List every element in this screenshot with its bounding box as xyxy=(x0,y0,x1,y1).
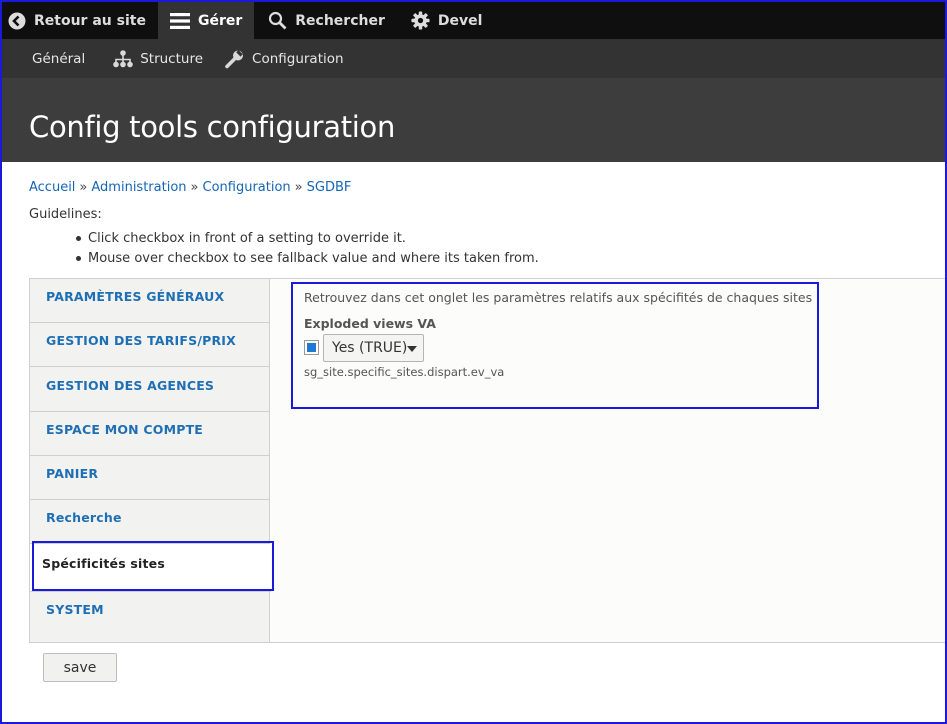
select-value: Yes (TRUE) xyxy=(332,340,408,356)
back-to-site-label: Retour au site xyxy=(34,12,146,29)
tab-gestion-agences[interactable]: GESTION DES AGENCES xyxy=(30,368,270,412)
breadcrumb-link-configuration[interactable]: Configuration xyxy=(203,180,291,195)
chevron-down-icon xyxy=(407,346,417,352)
guideline-item: Mouse over checkbox to see fallback valu… xyxy=(76,250,539,270)
pane-description: Retrouvez dans cet onglet les paramètres… xyxy=(304,290,813,305)
exploded-views-select[interactable]: Yes (TRUE) xyxy=(323,334,424,362)
tab-system[interactable]: SYSTEM xyxy=(30,592,270,636)
structure-menu-link[interactable]: Structure xyxy=(113,39,203,78)
tab-panier[interactable]: PANIER xyxy=(30,456,270,500)
structure-label: Structure xyxy=(140,50,204,67)
devel-label: Devel xyxy=(437,12,483,29)
exploded-views-label: Exploded views VA xyxy=(304,316,436,331)
general-label: Général xyxy=(32,50,86,67)
configuration-menu-link[interactable]: Configuration xyxy=(225,39,344,78)
gear-icon xyxy=(411,11,430,30)
configuration-label: Configuration xyxy=(252,50,344,67)
structure-icon xyxy=(113,49,134,67)
back-to-site-link[interactable]: Retour au site xyxy=(2,2,158,39)
devel-menu-button[interactable]: Devel xyxy=(397,2,495,39)
wrench-icon xyxy=(225,49,244,68)
back-arrow-icon xyxy=(8,12,26,29)
breadcrumb: Accueil» Administration» Configuration» SGD… xyxy=(29,180,351,195)
override-checkbox[interactable] xyxy=(304,340,319,355)
manage-label: Gérer xyxy=(197,12,243,29)
save-button[interactable]: save xyxy=(43,653,117,682)
tab-recherche[interactable]: Recherche xyxy=(30,500,270,544)
manage-menu-button[interactable]: Gérer xyxy=(157,2,255,39)
hamburger-icon xyxy=(169,12,190,29)
breadcrumb-separator: » xyxy=(190,180,199,195)
general-menu-link[interactable]: Général xyxy=(20,39,85,78)
search-icon xyxy=(269,11,287,30)
vertical-tab-list: PARAMÈTRES GÉNÉRAUX GESTION DES TARIFS/P… xyxy=(30,279,271,642)
tab-parametres-generaux[interactable]: PARAMÈTRES GÉNÉRAUX xyxy=(30,279,270,323)
search-label: Rechercher xyxy=(295,12,385,29)
page-title: Config tools configuration xyxy=(29,110,396,144)
guidelines-label: Guidelines: xyxy=(29,207,102,222)
page-header: Config tools configuration xyxy=(2,78,945,162)
guidelines-list: Click checkbox in front of a setting to … xyxy=(76,230,539,270)
breadcrumb-separator: » xyxy=(294,180,303,195)
tab-espace-mon-compte[interactable]: ESPACE MON COMPTE xyxy=(30,412,270,456)
breadcrumb-separator: » xyxy=(79,180,88,195)
tab-specificites-sites[interactable]: Spécificités sites xyxy=(30,544,271,592)
admin-toolbar: Retour au site Gérer Rechercher Devel xyxy=(2,2,945,39)
admin-subtoolbar: Général Structure Configuration xyxy=(2,39,945,78)
config-key-text: sg_site.specific_sites.dispart.ev_va xyxy=(304,365,505,379)
breadcrumb-link-home[interactable]: Accueil xyxy=(29,180,75,195)
search-menu-button[interactable]: Rechercher xyxy=(254,2,397,39)
breadcrumb-link-administration[interactable]: Administration xyxy=(91,180,186,195)
guideline-item: Click checkbox in front of a setting to … xyxy=(76,230,539,250)
tab-gestion-tarifs-prix[interactable]: GESTION DES TARIFS/PRIX xyxy=(30,323,270,367)
checkbox-checked-mark xyxy=(307,343,316,352)
breadcrumb-link-sgdbf[interactable]: SGDBF xyxy=(307,180,352,195)
